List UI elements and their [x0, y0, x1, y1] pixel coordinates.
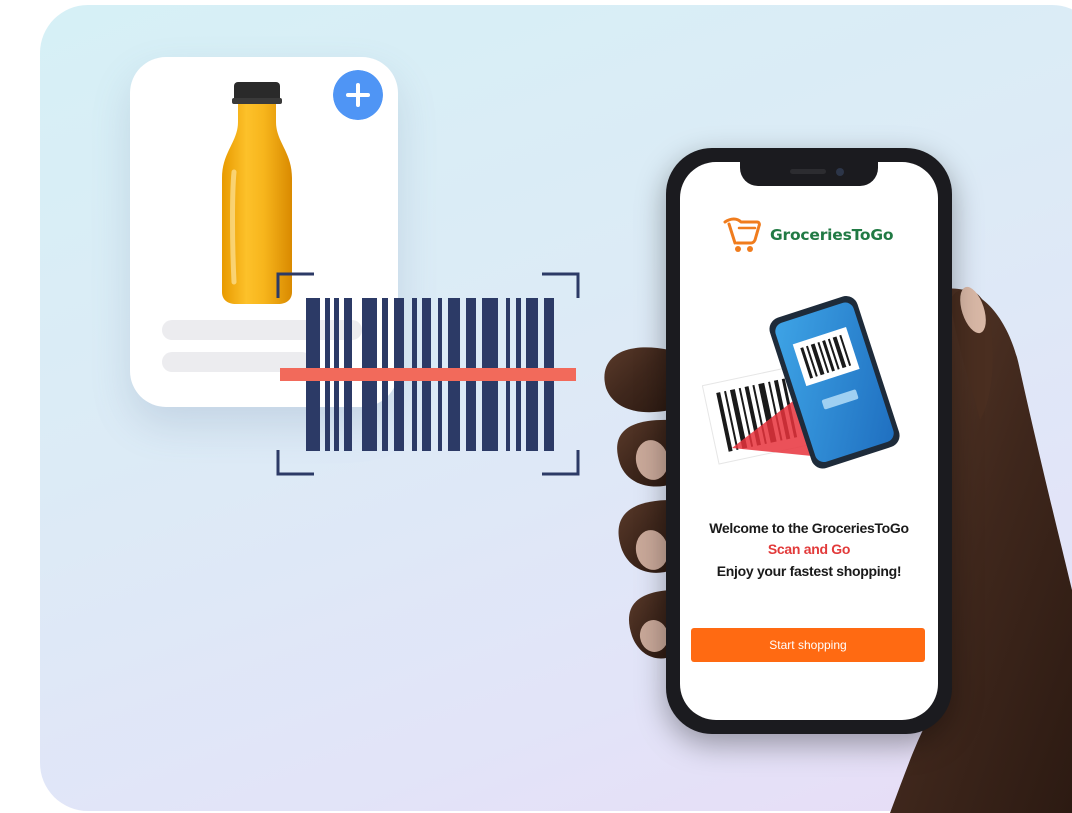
brand-name: GroceriesToGo [770, 226, 894, 244]
welcome-subtitle: Enjoy your fastest shopping! [716, 563, 902, 579]
scan-phone-illustration [702, 296, 900, 469]
plus-circle-icon[interactable] [333, 70, 383, 120]
shopping-cart-logo-icon [723, 217, 761, 252]
welcome-heading: Welcome to the GroceriesToGo [709, 520, 909, 536]
start-shopping-button[interactable]: Start shopping [691, 628, 925, 662]
phone-notch [740, 162, 878, 186]
phone-speaker [790, 169, 826, 174]
brand-header: GroceriesToGo [721, 212, 911, 256]
juice-bottle-image [222, 82, 292, 304]
barcode-scan-icon [276, 272, 580, 476]
welcome-tagline: Scan and Go [767, 541, 851, 557]
phone-camera [836, 168, 844, 176]
